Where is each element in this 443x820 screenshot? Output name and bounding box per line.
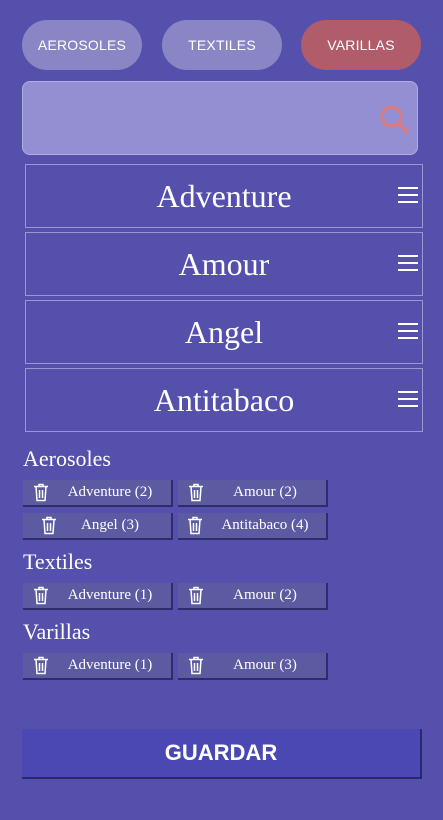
list-item-antitabaco[interactable]: Antitabaco [25,368,423,432]
tab-varillas[interactable]: VARILLAS [301,20,421,70]
chip-label: Adventure (1) [67,657,153,673]
search-box [22,81,418,155]
chip-label: Amour (2) [233,484,297,500]
menu-icon[interactable] [398,391,418,409]
section-title-textiles: Textiles [23,549,93,574]
selected-chip[interactable]: Amour (3) [178,653,328,680]
list-item-label: Antitabaco [153,381,295,418]
menu-icon[interactable] [398,255,418,273]
tab-aerosoles[interactable]: AEROSOLES [22,20,142,70]
list-item-angel[interactable]: Angel [25,300,423,364]
chip-label: Adventure (2) [67,484,153,500]
category-tabs: AEROSOLES TEXTILES VARILLAS [22,20,421,70]
list-item-label: Adventure [156,177,292,214]
trash-icon[interactable] [33,656,49,675]
chip-label: Amour (3) [233,657,297,673]
section-title-varillas: Varillas [23,619,91,644]
selected-chip[interactable]: Antitabaco (4) [178,513,328,540]
menu-icon[interactable] [398,323,418,341]
section-title-aerosoles: Aerosoles [23,446,111,471]
trash-icon[interactable] [188,483,204,502]
chip-label: Antitabaco (4) [221,517,309,533]
trash-icon[interactable] [33,586,49,605]
search-icon[interactable] [379,104,409,134]
selected-chip[interactable]: Adventure (1) [23,653,173,680]
chip-label: Adventure (1) [67,587,153,603]
tab-textiles[interactable]: TEXTILES [162,20,282,70]
trash-icon[interactable] [188,656,204,675]
list-item-amour[interactable]: Amour [25,232,423,296]
selected-chip[interactable]: Angel (3) [23,513,173,540]
selected-chip[interactable]: Adventure (2) [23,480,173,507]
list-item-label: Angel [184,313,264,350]
save-button[interactable]: GUARDAR [22,729,422,779]
selected-chip[interactable]: Adventure (1) [23,583,173,610]
trash-icon[interactable] [187,516,203,535]
search-input[interactable] [35,100,379,138]
chip-label: Amour (2) [233,587,297,603]
selected-chip[interactable]: Amour (2) [178,480,328,507]
chip-label: Angel (3) [81,517,139,533]
selected-chip[interactable]: Amour (2) [178,583,328,610]
trash-icon[interactable] [188,586,204,605]
list-item-adventure[interactable]: Adventure [25,164,423,228]
trash-icon[interactable] [33,483,49,502]
list-item-label: Amour [178,245,270,282]
menu-icon[interactable] [398,187,418,205]
